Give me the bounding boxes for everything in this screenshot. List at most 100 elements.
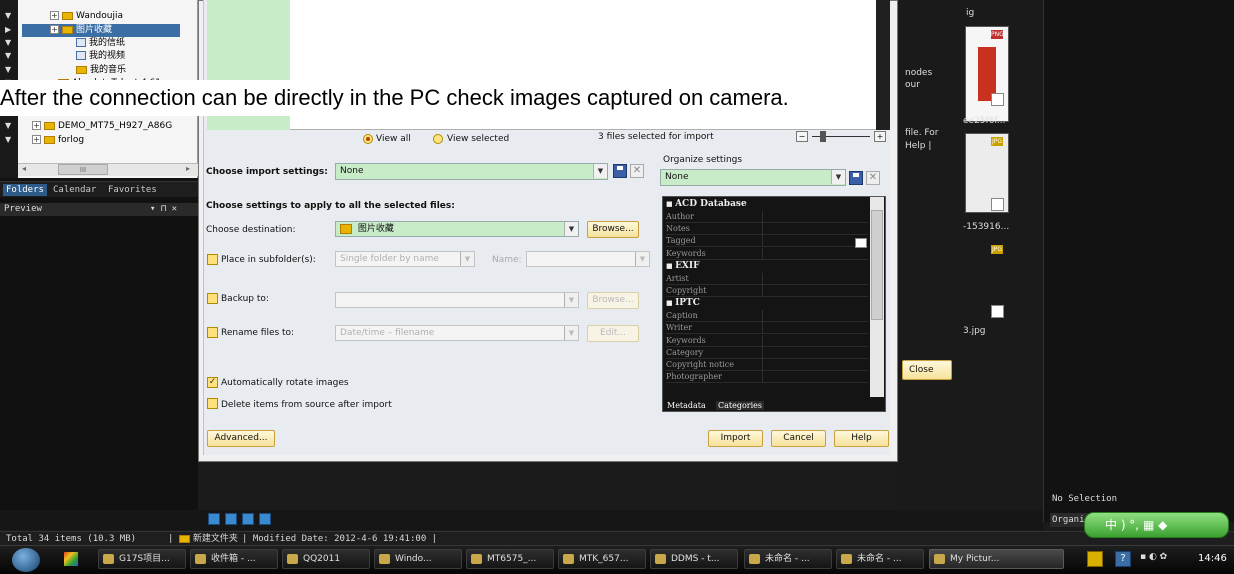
tagged-checkbox[interactable] [855, 238, 867, 248]
thumbnail-checkbox[interactable] [991, 198, 1004, 211]
slider-plus-icon[interactable]: + [874, 131, 886, 142]
thumbnail-checkbox[interactable] [991, 93, 1004, 106]
view-all-radio[interactable] [363, 134, 373, 144]
chevron-down-icon[interactable]: ▼ [460, 252, 474, 266]
metadata-row[interactable]: Copyright notice [666, 359, 868, 371]
tray-icons[interactable]: ▪ ◐ ✿ [1140, 552, 1190, 566]
metadata-row[interactable]: Keywords [666, 334, 868, 347]
save-icon[interactable] [613, 164, 627, 178]
place-subfolder-checkbox[interactable] [207, 254, 218, 265]
taskbar-button[interactable]: 收件箱 - ... [190, 549, 278, 569]
metadata-row[interactable]: Caption [666, 310, 868, 323]
tab-categories[interactable]: Categories [716, 401, 764, 410]
panel-controls-icon[interactable]: ▾ ⊓ ✕ [150, 203, 177, 216]
tree-item[interactable]: 我的视频 [76, 50, 125, 63]
metadata-row[interactable]: Photographer [666, 371, 868, 384]
name-select[interactable]: ▼ [526, 251, 650, 267]
import-button[interactable]: Import [708, 430, 763, 447]
thumbnail-checkbox[interactable] [991, 305, 1004, 318]
metadata-row[interactable]: Copyright [666, 285, 868, 297]
edit-rename-button[interactable]: Edit... [587, 325, 639, 342]
taskbar-button[interactable]: G17S项目... [98, 549, 186, 569]
metadata-row[interactable]: Artist [666, 272, 868, 285]
tree-horizontal-scrollbar[interactable]: ◂ III ▸ [18, 163, 198, 176]
taskbar-button[interactable]: MTK_657... [558, 549, 646, 569]
toolbar-icon[interactable] [259, 513, 271, 525]
expand-icon[interactable]: + [32, 135, 41, 144]
tab-folders[interactable]: Folders [3, 184, 47, 196]
metadata-row[interactable]: Notes [666, 223, 868, 236]
save-icon[interactable] [849, 171, 863, 185]
toolbar-icon[interactable] [225, 513, 237, 525]
view-selected-radio[interactable] [433, 134, 443, 144]
taskbar-button[interactable]: 未命名 - ... [744, 549, 832, 569]
chevron-down-icon[interactable]: ▼ [831, 170, 845, 184]
thumbnail-size-slider[interactable]: − + [796, 131, 886, 145]
scroll-left-arrow-icon[interactable]: ◂ [22, 164, 26, 173]
expand-icon[interactable]: + [50, 25, 59, 34]
chevron-down-icon[interactable]: ▼ [635, 252, 649, 266]
backup-select[interactable]: ▼ [335, 292, 579, 308]
quick-launch-icon[interactable] [64, 552, 78, 566]
expand-icon[interactable]: + [32, 121, 41, 130]
rename-checkbox[interactable] [207, 327, 218, 338]
destination-select[interactable]: 图片收藏 ▼ [335, 221, 579, 237]
metadata-row[interactable]: Keywords [666, 247, 868, 260]
tree-item[interactable]: + forlog [32, 134, 84, 147]
toolbar-icon[interactable] [208, 513, 220, 525]
delete-items-checkbox[interactable] [207, 398, 218, 409]
taskbar-button[interactable]: DDMS - t... [650, 549, 738, 569]
import-settings-select[interactable]: None ▼ [335, 163, 608, 180]
slider-minus-icon[interactable]: − [796, 131, 808, 142]
ime-toolbar[interactable]: 中 ) °, ▦ ◆ [1084, 512, 1229, 538]
close-icon[interactable]: ✕ [630, 164, 644, 178]
taskbar-button[interactable]: My Pictur... [929, 549, 1064, 569]
rename-select[interactable]: Date/time – filename ▼ [335, 325, 579, 341]
advanced-button[interactable]: Advanced... [207, 430, 275, 447]
tab-favorites[interactable]: Favorites [105, 184, 160, 196]
metadata-section-header[interactable]: IPTC [666, 297, 700, 308]
chevron-down-icon[interactable]: ▼ [564, 326, 578, 340]
help-tray-icon[interactable]: ? [1115, 551, 1131, 567]
tree-item[interactable]: + DEMO_MT75_H927_A86G [32, 120, 172, 133]
taskbar-button[interactable]: Windo... [374, 549, 462, 569]
metadata-row[interactable]: Author [666, 211, 868, 223]
folder-icon [340, 223, 352, 234]
image-thumbnail[interactable] [965, 26, 1009, 122]
start-button[interactable] [12, 548, 40, 572]
taskbar-button[interactable]: QQ2011 [282, 549, 370, 569]
tab-metadata[interactable]: Metadata [667, 401, 706, 410]
backup-checkbox[interactable] [207, 293, 218, 304]
browse-destination-button[interactable]: Browse... [587, 221, 639, 238]
metadata-section-header[interactable]: EXIF [666, 260, 699, 271]
cancel-button[interactable]: Cancel [771, 430, 826, 447]
metadata-row[interactable]: Writer [666, 322, 868, 335]
help-button[interactable]: Help [834, 430, 889, 447]
tab-calendar[interactable]: Calendar [50, 184, 99, 196]
browse-backup-button[interactable]: Browse... [587, 292, 639, 309]
tree-item[interactable]: + Wandoujia [50, 10, 123, 23]
tree-item[interactable]: 我的信纸 [76, 37, 125, 50]
expand-icon[interactable]: + [50, 11, 59, 20]
metadata-scroll-thumb[interactable] [871, 210, 883, 320]
tray-icon[interactable] [1087, 551, 1103, 567]
close-icon[interactable]: ✕ [866, 171, 880, 185]
taskbar-button[interactable]: 未命名 - ... [836, 549, 924, 569]
organize-settings-select[interactable]: None ▼ [660, 169, 846, 186]
chevron-down-icon[interactable]: ▼ [564, 222, 578, 236]
subfolder-select[interactable]: Single folder by name ▼ [335, 251, 475, 267]
metadata-row[interactable]: Category [666, 346, 868, 359]
scroll-thumb[interactable]: III [58, 164, 108, 175]
chevron-down-icon[interactable]: ▼ [593, 164, 607, 178]
taskbar-button[interactable]: MT6575_... [466, 549, 554, 569]
scroll-right-arrow-icon[interactable]: ▸ [186, 164, 190, 173]
tree-item[interactable]: + 图片收藏 [22, 24, 180, 37]
metadata-row[interactable]: Tagged [666, 235, 868, 248]
close-button[interactable]: Close [902, 360, 952, 380]
metadata-section-header[interactable]: ACD Database [666, 198, 747, 209]
toolbar-icon[interactable] [242, 513, 254, 525]
tree-item[interactable]: 我的音乐 [76, 64, 126, 77]
chevron-down-icon[interactable]: ▼ [564, 293, 578, 307]
auto-rotate-checkbox[interactable]: ✓ [207, 377, 218, 388]
slider-handle[interactable] [820, 131, 826, 142]
